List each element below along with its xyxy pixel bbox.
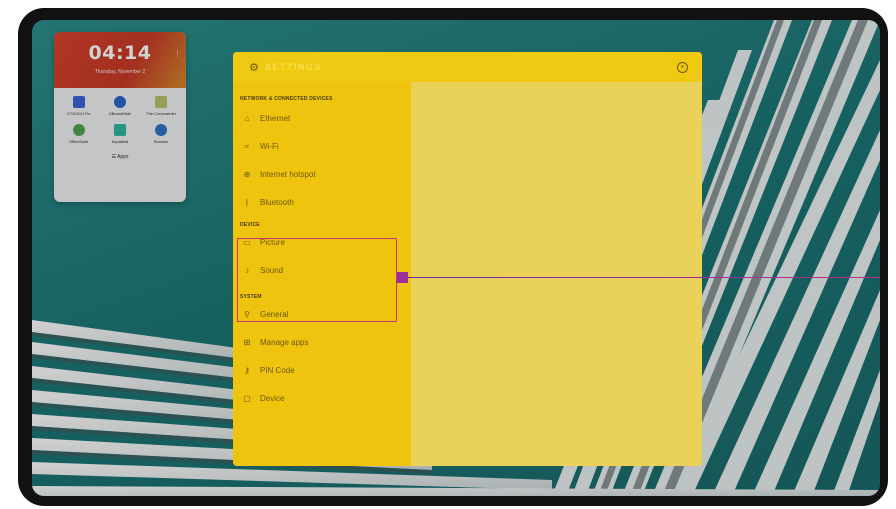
sidebar-item-label: Ethernet xyxy=(260,113,291,123)
sidebar-item-device[interactable]: ▢ Device xyxy=(233,384,411,412)
sidebar-item-pin-code[interactable]: ⚷ PIN Code xyxy=(233,356,411,384)
hotspot-icon: ⊕ xyxy=(243,169,251,179)
gear-icon: ⚙ xyxy=(249,61,259,74)
sidebar-item-wifi[interactable]: ≈ Wi-Fi xyxy=(233,132,411,160)
settings-content xyxy=(411,82,702,466)
device-section-highlight xyxy=(237,238,397,322)
section-title: NETWORK & CONNECTED DEVICES xyxy=(240,96,333,102)
settings-title: SETTINGS xyxy=(264,62,322,72)
sidebar-item-bluetooth[interactable]: ᛒ Bluetooth xyxy=(233,188,411,216)
sidebar-item-label: Bluetooth xyxy=(260,197,294,207)
ethernet-icon: ⌂ xyxy=(244,113,250,123)
sidebar-item-manage-apps[interactable]: ⊞ Manage apps xyxy=(233,328,411,356)
bluetooth-icon: ᛒ xyxy=(244,197,250,207)
sidebar-item-label: Internet hotspot xyxy=(260,169,316,179)
sidebar-item-label: Manage apps xyxy=(260,337,309,347)
wifi-icon: ≈ xyxy=(244,141,250,151)
sidebar-item-label: Device xyxy=(260,393,285,403)
device-icon: ▢ xyxy=(243,393,251,403)
sidebar-item-internet-hotspot[interactable]: ⊕ Internet hotspot xyxy=(233,160,411,188)
sidebar-item-label: PIN Code xyxy=(260,365,295,375)
callout-marker xyxy=(397,272,408,283)
settings-header: ⚙ SETTINGS × xyxy=(233,52,702,82)
close-icon[interactable]: × xyxy=(677,61,688,73)
screen: 04:14 Thursday, November 2 ⋮ CTOUCH Fix … xyxy=(32,20,880,496)
device-frame: 04:14 Thursday, November 2 ⋮ CTOUCH Fix … xyxy=(18,8,888,506)
manage-apps-icon: ⊞ xyxy=(243,337,251,347)
callout-line xyxy=(408,277,880,278)
pin-code-icon: ⚷ xyxy=(244,365,250,375)
section-network: NETWORK & CONNECTED DEVICES ⌂ Ethernet ≈… xyxy=(233,96,411,216)
sidebar-item-ethernet[interactable]: ⌂ Ethernet xyxy=(233,104,411,132)
sidebar-item-label: Wi-Fi xyxy=(260,141,279,151)
